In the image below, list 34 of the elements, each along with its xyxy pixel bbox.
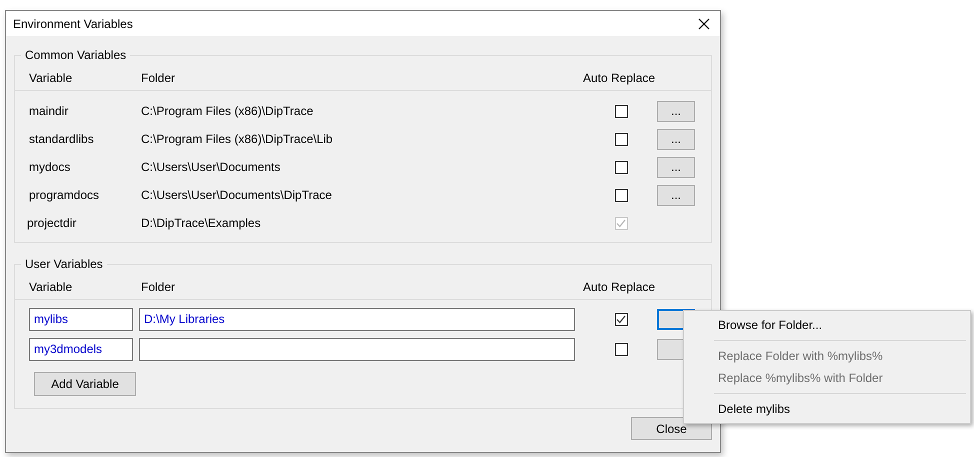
browse-button[interactable]: ... [657,128,695,150]
column-header: Variable [29,279,74,295]
menu-item[interactable]: Browse for Folder... [686,314,968,336]
folder-path: C:\Users\User\Documents\DipTrace [141,187,333,204]
variable-name: mydocs [29,159,72,176]
checkbox[interactable] [614,132,628,146]
folder-path: C:\Program Files (x86)\DipTrace [141,103,314,120]
browse-button[interactable]: ... [657,184,695,206]
checkbox[interactable] [614,104,628,118]
browse-button[interactable]: ... [657,100,695,122]
folder-path: D:\DipTrace\Examples [141,215,262,232]
folder-field[interactable]: D:\My Libraries [139,308,575,330]
variable-name: maindir [29,103,70,120]
browse-button[interactable]: ... [657,156,695,178]
variable-field[interactable]: my3dmodels [29,338,133,360]
add-variable-button[interactable]: Add Variable [34,372,136,396]
checkbox[interactable] [614,160,628,174]
column-header: Folder [141,70,176,86]
folder-path: C:\Users\User\Documents [141,159,282,176]
window-title: Environment Variables [13,16,133,32]
variable-field[interactable]: mylibs [29,308,133,330]
column-header: Auto Replace [583,279,656,295]
column-header: Auto Replace [583,70,656,86]
checkbox[interactable] [614,188,628,202]
checkbox[interactable] [614,312,628,326]
variable-name: programdocs [29,187,100,204]
column-header: Folder [141,279,176,295]
menu-item[interactable]: Delete mylibs [686,398,968,420]
checkbox[interactable] [614,342,628,356]
column-header: Variable [29,70,74,86]
folder-field[interactable] [139,338,575,360]
variable-name: projectdir [27,215,78,232]
variable-name: standardlibs [29,131,95,148]
folder-path: C:\Program Files (x86)\DipTrace\Lib [141,131,334,148]
